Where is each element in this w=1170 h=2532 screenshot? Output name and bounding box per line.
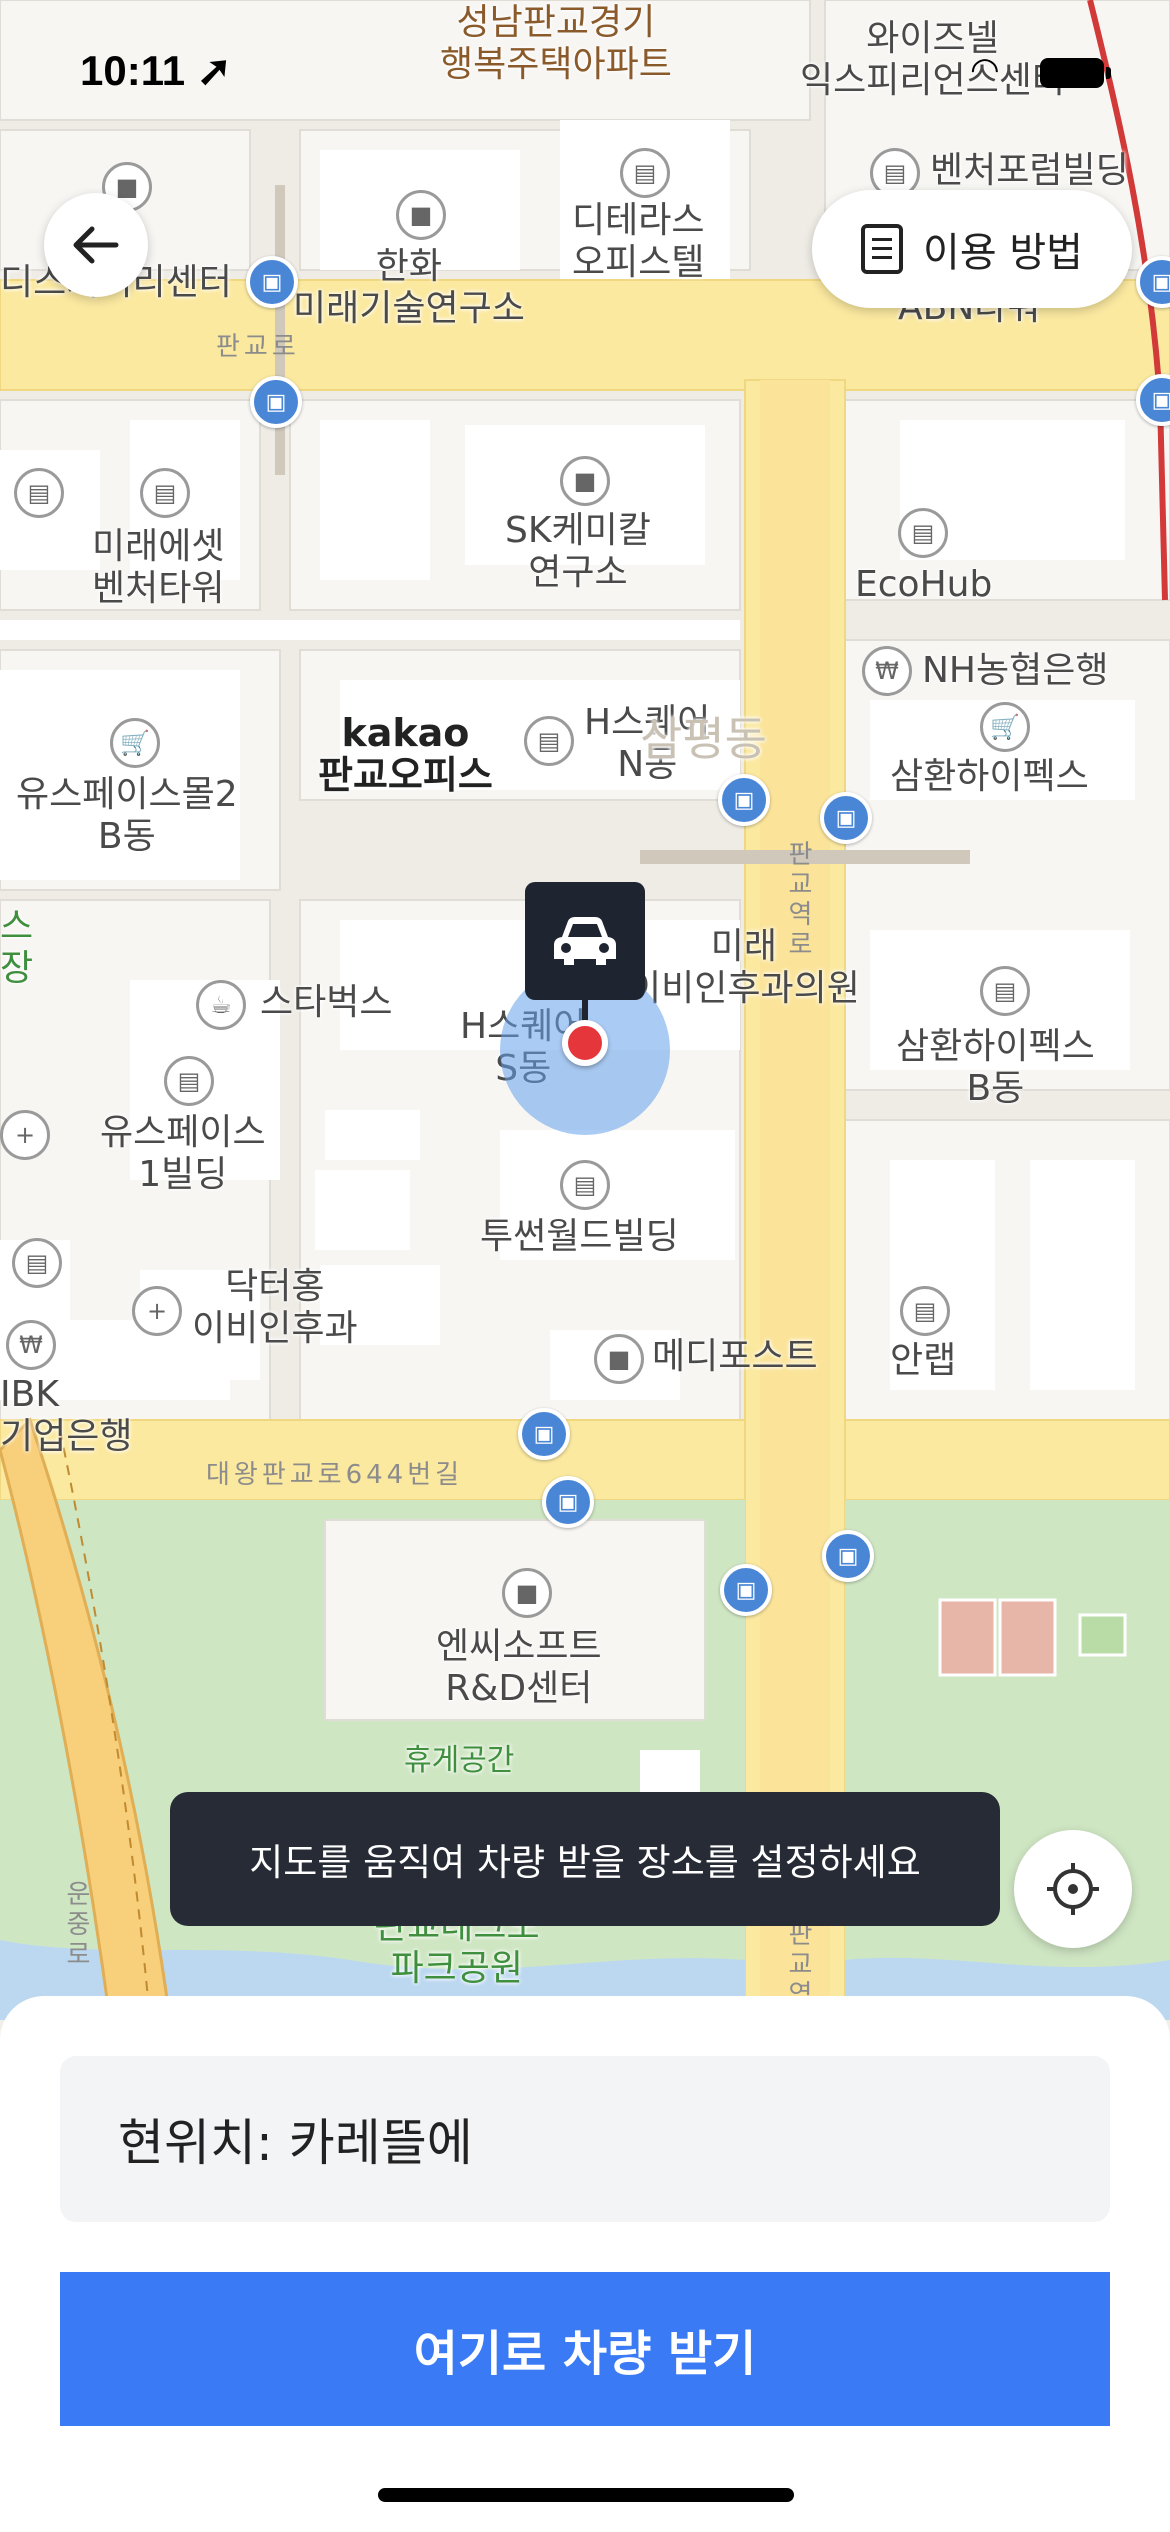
bus-stop-icon[interactable]: ▣ xyxy=(822,1530,874,1582)
road-label: 판교역로 xyxy=(783,840,813,960)
map-label: SK케미칼 연구소 xyxy=(505,510,651,593)
map-label: 유스페이스몰2 B동 xyxy=(16,774,238,857)
map-label: 유스페이스 1빌딩 xyxy=(100,1112,266,1195)
wifi-icon: ◠ xyxy=(970,50,1000,90)
map-label: 안랩 xyxy=(890,1340,957,1381)
building-icon[interactable]: ▤ xyxy=(900,1286,950,1336)
current-location-value: 현위치: 카레뜰에 xyxy=(118,2114,473,2172)
map-label: 디테라스 오피스텔 xyxy=(572,200,705,283)
instruction-toast: 지도를 움직여 차량 받을 장소를 설정하세요 xyxy=(170,1792,1000,1926)
shopping-cart-icon[interactable]: 🛒 xyxy=(110,718,160,768)
building-icon[interactable]: ▤ xyxy=(620,148,670,198)
battery-icon xyxy=(1040,58,1111,88)
building-icon[interactable]: ▤ xyxy=(524,716,574,766)
toast-message: 지도를 움직여 차량 받을 장소를 설정하세요 xyxy=(249,1841,921,1884)
map-label: 스장 xyxy=(0,906,34,989)
shopping-cart-icon[interactable]: 🛒 xyxy=(980,702,1030,752)
hospital-icon[interactable]: + xyxy=(0,1110,50,1160)
cafe-icon[interactable]: ☕ xyxy=(196,980,246,1030)
road-label: 판교로 xyxy=(216,332,300,362)
current-location-field[interactable]: 현위치: 카레뜰에 xyxy=(60,2056,1110,2222)
map-label: 닥터홍 이비인후과 xyxy=(192,1266,358,1349)
request-car-here-label: 여기로 차량 받기 xyxy=(413,2326,757,2382)
building-icon[interactable]: ▤ xyxy=(164,1056,214,1106)
poi-marker-icon[interactable]: ■ xyxy=(560,456,610,506)
map-label: 삼환하이펙스 xyxy=(890,756,1089,797)
bank-icon[interactable]: ₩ xyxy=(862,646,912,696)
map-label: NH농협은행 xyxy=(922,650,1109,691)
map-label: 엔씨소프트 R&D센터 xyxy=(436,1626,602,1709)
bus-stop-icon[interactable]: ▣ xyxy=(250,376,302,428)
how-to-use-button[interactable]: 이용 방법 xyxy=(812,190,1132,308)
current-location-button[interactable] xyxy=(1014,1830,1132,1948)
arrow-left-icon xyxy=(73,226,119,264)
building-icon[interactable]: ▤ xyxy=(14,468,64,518)
map-label: 스타벅스 xyxy=(260,982,393,1023)
map-label: 미래 이비인후과의원 xyxy=(628,926,860,1009)
building-icon[interactable]: ▤ xyxy=(898,508,948,558)
map-label: 삼평동 xyxy=(640,712,767,766)
road-label: 운중로 xyxy=(61,1880,91,1970)
poi-marker-icon[interactable]: ■ xyxy=(396,190,446,240)
status-time: 10:11 ➚ xyxy=(80,47,232,94)
map-label: 한화 미래기술연구소 xyxy=(293,246,525,329)
map-label: kakao 판교오피스 xyxy=(318,711,493,797)
map-label: 미래에셋 벤처타워 xyxy=(92,526,225,609)
bus-stop-icon[interactable]: ▣ xyxy=(518,1408,570,1460)
pickup-pin[interactable] xyxy=(525,882,645,1000)
building-icon[interactable]: ▤ xyxy=(560,1160,610,1210)
bus-stop-icon[interactable]: ▣ xyxy=(720,1564,772,1616)
how-to-use-label: 이용 방법 xyxy=(923,230,1083,276)
bottom-sheet: 현위치: 카레뜰에 여기로 차량 받기 xyxy=(0,1996,1170,2532)
pin-point-icon xyxy=(562,1020,608,1066)
map-label: EcoHub xyxy=(855,564,993,605)
map-label: 삼환하이펙스 B동 xyxy=(896,1026,1095,1109)
bus-stop-icon[interactable]: ▣ xyxy=(542,1476,594,1528)
bus-stop-icon[interactable]: ▣ xyxy=(246,256,298,308)
crosshair-icon xyxy=(1047,1863,1099,1915)
bank-icon[interactable]: ₩ xyxy=(6,1320,56,1370)
building-icon[interactable]: ▤ xyxy=(980,966,1030,1016)
map-label: 메디포스트 xyxy=(652,1336,818,1377)
home-indicator xyxy=(378,2488,794,2502)
request-car-here-button[interactable]: 여기로 차량 받기 xyxy=(60,2272,1110,2426)
building-icon[interactable]: ▤ xyxy=(140,468,190,518)
map-label: 휴게공간 xyxy=(404,1743,515,1778)
hospital-icon[interactable]: + xyxy=(132,1286,182,1336)
bus-stop-icon[interactable]: ▣ xyxy=(718,774,770,826)
building-icon[interactable]: ▤ xyxy=(12,1238,62,1288)
map-label: 투썬월드빌딩 xyxy=(480,1216,679,1257)
road-label: 대왕판교로644번길 xyxy=(206,1460,464,1490)
back-button[interactable] xyxy=(44,193,148,297)
poi-marker-icon[interactable]: ■ xyxy=(594,1334,644,1384)
status-bar: 10:11 ➚ ◠ xyxy=(0,0,1170,140)
map-label: 벤처포럼빌딩 xyxy=(930,150,1129,191)
poi-marker-icon[interactable]: ■ xyxy=(502,1568,552,1618)
map-label: IBK 기업은행 xyxy=(0,1374,133,1457)
bus-stop-icon[interactable]: ▣ xyxy=(820,792,872,844)
car-icon xyxy=(554,917,616,965)
document-icon xyxy=(861,224,904,274)
